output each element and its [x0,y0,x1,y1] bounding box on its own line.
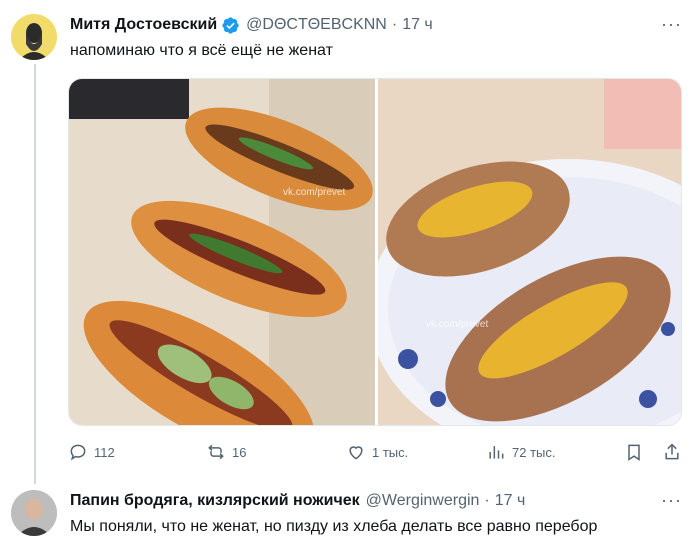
views-button[interactable]: 72 тыс. [486,438,555,466]
share-button[interactable] [662,438,688,466]
reply-timestamp[interactable]: 17 ч [495,492,526,510]
tweet-text: напоминаю что я всё ещё не женат [70,42,333,59]
reply-author-avatar[interactable] [11,490,57,536]
tweet-header: Митя Достоевский @DΘCTΘEBCKNN · 17 ч [70,14,433,36]
retweet-icon [208,444,224,460]
separator: · [484,492,490,509]
more-icon[interactable]: ··· [661,14,682,35]
reply-author-handle[interactable]: @Werginwergin [366,492,480,510]
bookmark-icon [628,444,640,461]
author-name[interactable]: Митя Достоевский [70,16,217,34]
reply-header: Папин бродяга, кизлярский ножичек @Wergi… [70,490,525,512]
views-icon [489,446,504,459]
like-icon [349,446,363,460]
action-bar: 112 16 1 тыс. 72 тыс. [68,438,679,466]
reply-author-name[interactable]: Папин бродяга, кизлярский ножичек [70,492,360,510]
share-icon [665,443,679,460]
more-icon[interactable]: ··· [661,490,682,511]
photo-left[interactable]: vk.com/prevet [69,79,375,425]
media-grid[interactable]: vk.com/prevet vk.com/prevet [68,78,682,426]
reply-count: 112 [94,444,115,460]
bookmark-button[interactable] [624,438,650,466]
retweet-count: 16 [232,444,247,460]
retweet-button[interactable]: 16 [206,438,246,466]
separator: · [391,16,398,33]
reply-icon [70,444,86,461]
verified-badge-icon [221,16,240,35]
like-count: 1 тыс. [372,444,409,460]
thread-line [34,64,36,484]
photo-right[interactable]: vk.com/prevet [375,79,681,425]
author-avatar[interactable] [11,14,57,60]
reply-text: Мы поняли, что не женат, но пизду из хле… [70,518,598,535]
reply-button[interactable]: 112 [68,438,115,466]
watermark: vk.com/prevet [426,319,489,330]
like-button[interactable]: 1 тыс. [346,438,408,466]
watermark: vk.com/prevet [283,187,346,198]
author-handle[interactable]: @DΘCTΘEBCKNN [246,16,387,34]
timestamp[interactable]: 17 ч [402,16,433,34]
views-count: 72 тыс. [512,444,556,460]
